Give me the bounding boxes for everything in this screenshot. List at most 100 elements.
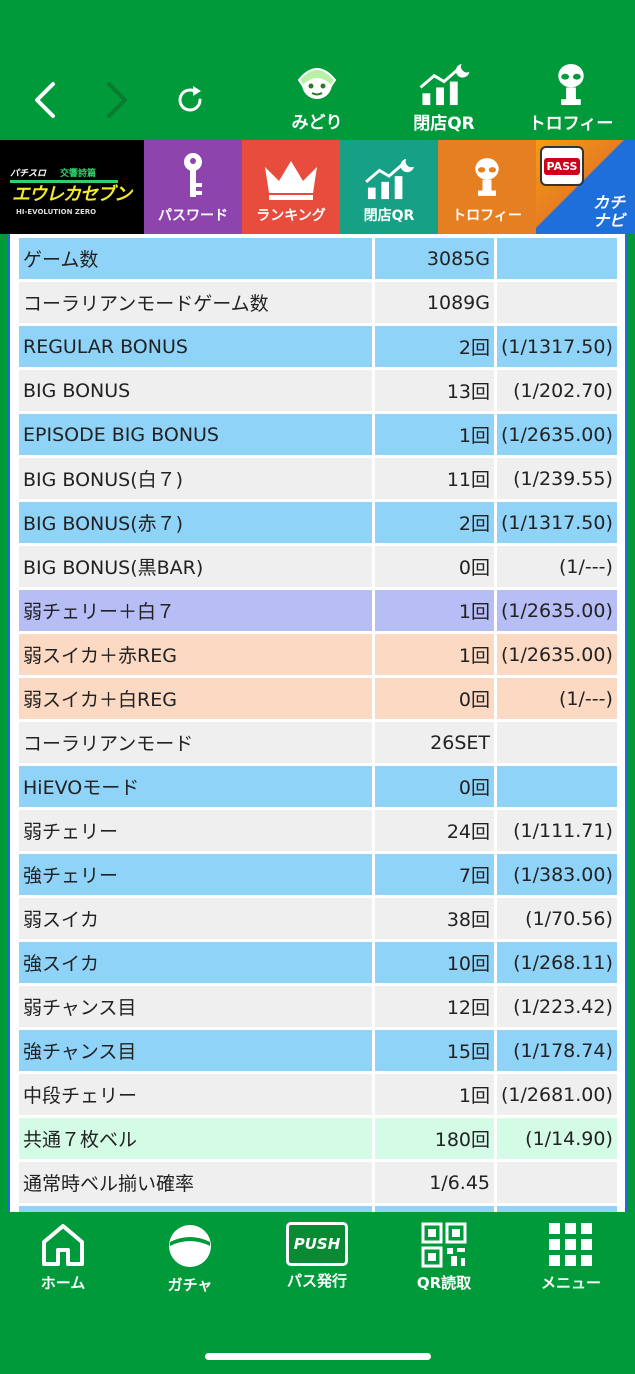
tab-pass-issue[interactable]: PUSH パス発行 (262, 1222, 372, 1291)
grid-menu-icon (549, 1223, 592, 1266)
table-row: BIG BONUS 13回 (1/202.70) (19, 370, 617, 411)
trophy-alien-icon (475, 158, 499, 196)
tile-ranking[interactable]: ランキング (242, 140, 340, 234)
stat-count: 13回 (375, 370, 494, 411)
stat-name: REGULAR BONUS (19, 326, 372, 367)
bottom-tab-bar: ホーム ガチャ PUSH パス発行 QR読取 メニュー (0, 1212, 635, 1374)
stats-table: ゲーム数 3085G コーラリアンモードゲーム数 1089G REGULAR BONUS… (16, 235, 620, 1214)
top-item-trophy[interactable]: トロフィー (516, 62, 626, 134)
stats-panel: ゲーム数 3085G コーラリアンモードゲーム数 1089G REGULAR BONUS… (8, 234, 627, 1214)
stat-name: 弱チェリー＋白７ (19, 590, 372, 631)
stat-probability: (1/178.74) (497, 1030, 617, 1071)
stat-name: BIG BONUS(黒BAR) (19, 546, 372, 587)
tab-menu[interactable]: メニュー (516, 1222, 626, 1293)
stat-probability: (1/2635.00) (497, 414, 617, 455)
table-row: 強スイカ 10回 (1/268.11) (19, 942, 617, 983)
stat-name: 強チェリー (19, 854, 372, 895)
push-icon-text: PUSH (293, 1235, 341, 1253)
stat-count: 1/6.45 (375, 1162, 494, 1203)
stat-probability (497, 238, 617, 279)
tile-kachinavi[interactable]: PASS カチナビ (536, 140, 635, 234)
tab-gacha[interactable]: ガチャ (135, 1222, 245, 1295)
stat-name: 弱チャンス目 (19, 986, 372, 1027)
trophy-alien-icon (558, 63, 584, 106)
qr-icon (421, 1222, 467, 1268)
table-row: BIG BONUS(白７) 11回 (1/239.55) (19, 458, 617, 499)
stat-name: 強スイカ (19, 942, 372, 983)
stat-count: 2回 (375, 502, 494, 543)
chart-moon-icon (419, 63, 470, 106)
stat-probability: (1/---) (497, 678, 617, 719)
stat-probability: (1/---) (497, 546, 617, 587)
stat-count: 0回 (375, 678, 494, 719)
machine-logo-title: エウレカセブン (12, 184, 132, 205)
tile-label: パスワード (158, 208, 228, 224)
stat-probability: (1/1317.50) (497, 326, 617, 367)
back-button[interactable] (16, 70, 76, 130)
stat-count: 2回 (375, 326, 494, 367)
key-icon (184, 153, 202, 197)
character-icon (297, 68, 337, 99)
crown-icon (265, 161, 317, 200)
tile-label: カチナビ (592, 193, 625, 230)
tab-label: QR読取 (416, 1274, 472, 1292)
tile-label: ランキング (256, 208, 326, 224)
stat-count: 1回 (375, 634, 494, 675)
tab-home[interactable]: ホーム (8, 1222, 118, 1293)
top-item-closing-qr[interactable]: 閉店QR (389, 62, 499, 134)
stat-name: 弱スイカ＋白REG (19, 678, 372, 719)
stat-count: 1回 (375, 1074, 494, 1115)
stat-probability: (1/2635.00) (497, 634, 617, 675)
stat-probability: (1/239.55) (497, 458, 617, 499)
svg-text:交響詩篇: 交響詩篇 (60, 167, 96, 179)
stat-count: 1089G (375, 282, 494, 323)
stat-name: HiEVOモード (19, 766, 372, 807)
stat-count: 11回 (375, 458, 494, 499)
machine-logo[interactable]: パチスロ 交響詩篇 エウレカセブン HI-EVOLUTION ZERO (0, 140, 144, 234)
stat-count: 15回 (375, 1030, 494, 1071)
stat-name: ゲーム数 (19, 238, 372, 279)
chevron-left-icon (35, 82, 55, 118)
stat-name: 弱スイカ (19, 898, 372, 939)
table-row: 弱スイカ 38回 (1/70.56) (19, 898, 617, 939)
table-row: 強チャンス目 15回 (1/178.74) (19, 1030, 617, 1071)
push-icon: PUSH (286, 1222, 348, 1266)
banner-menu: パチスロ 交響詩篇 エウレカセブン HI-EVOLUTION ZERO パスワー… (0, 140, 635, 234)
stat-probability (497, 722, 617, 763)
machine-logo-subtitle: HI-EVOLUTION ZERO (16, 208, 97, 216)
stat-name: コーラリアンモード (19, 722, 372, 763)
tile-password[interactable]: パスワード (144, 140, 242, 234)
reload-icon (178, 86, 202, 112)
stat-count: 12回 (375, 986, 494, 1027)
tile-closing-qr[interactable]: 閉店QR (340, 140, 438, 234)
chevron-right-icon (107, 82, 127, 118)
table-row: REGULAR BONUS 2回 (1/1317.50) (19, 326, 617, 367)
stat-name: 通常時ベル揃い確率 (19, 1162, 372, 1203)
stat-probability: (1/14.90) (497, 1118, 617, 1159)
reload-button[interactable] (160, 70, 220, 130)
stat-count: 1回 (375, 590, 494, 631)
table-row: 弱スイカ＋赤REG 1回 (1/2635.00) (19, 634, 617, 675)
tab-label: メニュー (540, 1274, 601, 1292)
svg-text:パチスロ: パチスロ (10, 168, 47, 179)
top-item-midori[interactable]: みどり (262, 62, 372, 134)
tile-trophy[interactable]: トロフィー (438, 140, 536, 234)
stat-count: 26SET (375, 722, 494, 763)
stats-table-body: ゲーム数 3085G コーラリアンモードゲーム数 1089G REGULAR BONUS… (19, 238, 617, 1214)
forward-button[interactable] (86, 70, 146, 130)
home-indicator[interactable] (205, 1353, 431, 1360)
stat-count: 3085G (375, 238, 494, 279)
stat-count: 24回 (375, 810, 494, 851)
gacha-icon (169, 1225, 211, 1267)
table-row: BIG BONUS(黒BAR) 0回 (1/---) (19, 546, 617, 587)
table-row: ゲーム数 3085G (19, 238, 617, 279)
top-item-label: みどり (291, 113, 343, 133)
pass-badge: PASS (540, 146, 584, 186)
stat-count: 10回 (375, 942, 494, 983)
tab-qr-scan[interactable]: QR読取 (389, 1222, 499, 1293)
stat-count: 180回 (375, 1118, 494, 1159)
stat-count: 0回 (375, 546, 494, 587)
stat-probability (497, 766, 617, 807)
table-row: 弱チェリー＋白７ 1回 (1/2635.00) (19, 590, 617, 631)
stat-name: BIG BONUS(赤７) (19, 502, 372, 543)
